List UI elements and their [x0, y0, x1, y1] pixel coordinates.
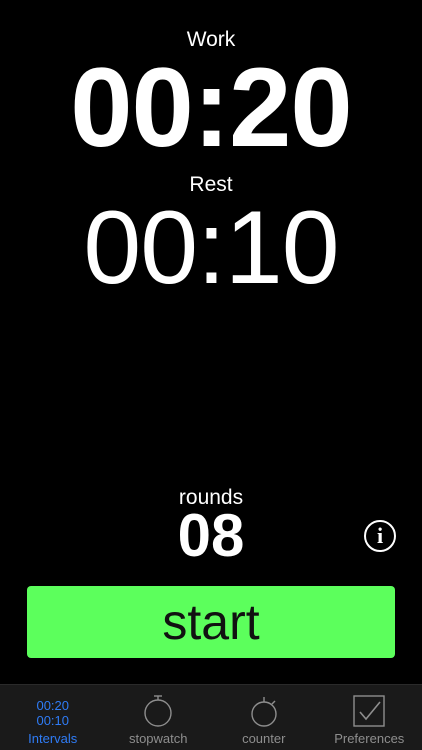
interval-times-icon: 00:20 00:10: [36, 695, 69, 731]
tab-label: Preferences: [334, 731, 405, 746]
tab-label: counter: [242, 731, 286, 746]
work-time[interactable]: 00:20: [0, 52, 422, 164]
info-icon: i: [376, 523, 384, 548]
start-button[interactable]: start: [27, 586, 395, 658]
checkbox-icon: [352, 693, 386, 729]
rest-time[interactable]: 00:10: [0, 196, 422, 300]
rounds-value[interactable]: 08: [0, 506, 422, 566]
tab-preferences[interactable]: Preferences: [317, 685, 422, 750]
interval-icon-rest: 00:10: [36, 713, 70, 728]
tab-counter[interactable]: counter: [211, 685, 317, 750]
tab-stopwatch[interactable]: stopwatch: [106, 685, 212, 750]
info-button[interactable]: i: [364, 520, 396, 552]
interval-icon-work: 00:20: [36, 698, 70, 713]
tab-intervals[interactable]: 00:20 00:10 Intervals: [0, 685, 106, 750]
counter-icon: [247, 693, 281, 729]
tab-bar: 00:20 00:10 Intervals stopwatch counter: [0, 684, 422, 750]
tab-label: Intervals: [28, 731, 78, 746]
stopwatch-icon: [141, 693, 175, 729]
tab-label: stopwatch: [128, 731, 188, 746]
